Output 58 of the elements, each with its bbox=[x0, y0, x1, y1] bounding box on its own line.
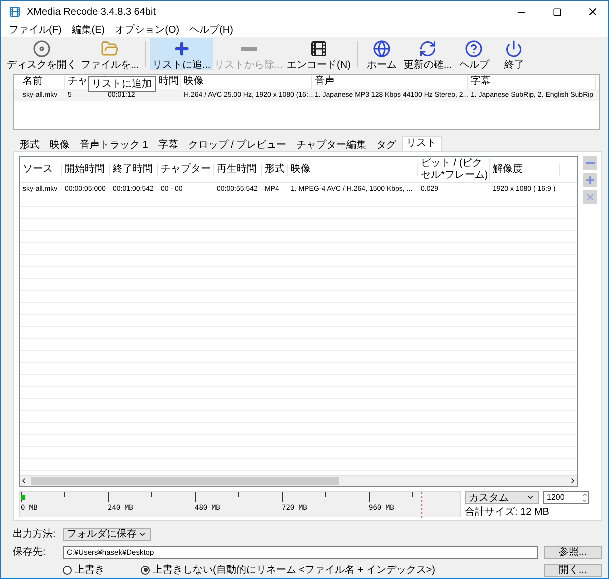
maximize-icon[interactable] bbox=[552, 8, 562, 16]
total-size-label: 合計サイズ: 12 MB bbox=[465, 506, 550, 519]
toolbar-button[interactable]: ファイルを... bbox=[79, 38, 142, 70]
horizontal-scrollbar[interactable] bbox=[20, 475, 577, 486]
column-header[interactable]: 開始時間 bbox=[62, 164, 110, 176]
toolbar-button[interactable]: 終了 bbox=[494, 38, 534, 70]
column-header[interactable]: チャプター bbox=[158, 164, 214, 176]
help-icon bbox=[465, 40, 484, 58]
column-header[interactable]: 再生時間 bbox=[214, 164, 262, 176]
open-button[interactable]: 開く... bbox=[544, 564, 602, 576]
toolbar-button[interactable]: ヘルプ bbox=[454, 38, 494, 70]
disc-icon bbox=[33, 40, 51, 58]
minus-icon bbox=[586, 162, 594, 164]
window-title: XMedia Recode 3.4.8.3 64bit bbox=[27, 6, 157, 18]
refresh-icon bbox=[419, 40, 438, 58]
dropdown-icon bbox=[526, 493, 535, 502]
scroll-right-icon[interactable] bbox=[569, 477, 577, 485]
radio-icon[interactable] bbox=[141, 566, 150, 574]
column-header[interactable]: 解像度 bbox=[490, 164, 560, 176]
folder-icon bbox=[101, 40, 120, 58]
minus-icon bbox=[240, 47, 257, 51]
globe-icon bbox=[372, 40, 391, 58]
toolbar-button[interactable]: エンコード(N) bbox=[285, 38, 353, 70]
output-method-label: 出力方法: bbox=[13, 528, 57, 541]
save-to-label: 保存先: bbox=[13, 546, 47, 559]
plus-icon bbox=[584, 174, 596, 186]
toolbar-button[interactable]: リストに追... bbox=[150, 38, 213, 70]
down-icon[interactable] bbox=[582, 498, 588, 504]
radio-option[interactable]: 上書き bbox=[63, 563, 105, 577]
toolbar-button[interactable]: ホーム bbox=[362, 38, 402, 70]
column-header[interactable]: 映像 bbox=[288, 164, 418, 176]
size-preset-dropdown[interactable]: カスタム bbox=[465, 491, 539, 504]
menu-item[interactable]: オプション(O) bbox=[115, 23, 180, 37]
column-header[interactable]: 形式 bbox=[262, 164, 288, 176]
radio-icon[interactable] bbox=[63, 566, 72, 574]
output-method-dropdown[interactable]: フォルダに保存 bbox=[63, 528, 151, 540]
clear-icon bbox=[584, 192, 596, 202]
app-icon bbox=[9, 6, 21, 18]
tooltip: リストに追加 bbox=[88, 76, 156, 92]
menu-item[interactable]: ファイル(F) bbox=[9, 23, 62, 37]
toolbar-button[interactable]: 更新の確... bbox=[402, 38, 454, 70]
size-spinbox[interactable]: 1200 bbox=[543, 491, 589, 504]
column-header[interactable]: ソース bbox=[20, 164, 62, 176]
power-icon bbox=[505, 40, 524, 58]
scroll-thumb[interactable] bbox=[31, 477, 339, 485]
tab[interactable]: リスト bbox=[402, 136, 442, 151]
column-header[interactable]: ビット / (ピクセル*フレーム) bbox=[418, 158, 490, 182]
menu-item[interactable]: 編集(E) bbox=[72, 23, 106, 37]
plus-icon bbox=[172, 40, 191, 58]
up-icon[interactable] bbox=[582, 492, 588, 498]
menu-item[interactable]: ヘルプ(H) bbox=[190, 23, 234, 37]
browse-button[interactable]: 参照... bbox=[544, 546, 602, 558]
column-header[interactable]: 終了時間 bbox=[110, 164, 158, 176]
film-icon bbox=[310, 40, 328, 58]
scroll-left-icon[interactable] bbox=[20, 477, 28, 485]
radio-option[interactable]: 上書きしない(自動的にリネーム <ファイル名 + インデックス>) bbox=[141, 563, 436, 577]
close-icon[interactable] bbox=[587, 6, 599, 18]
toolbar-button[interactable]: ディスクを開く bbox=[5, 38, 79, 70]
